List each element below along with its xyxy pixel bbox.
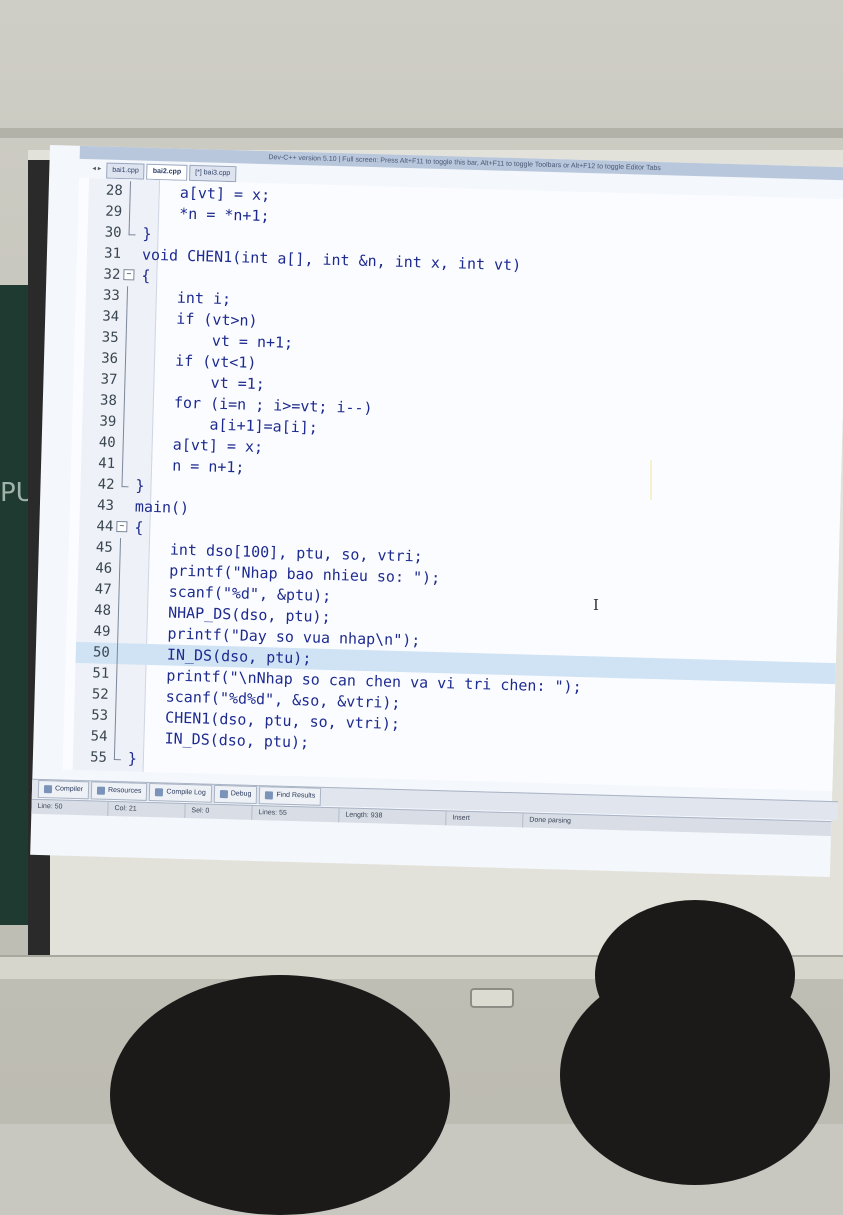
line-number: 53 [91, 707, 109, 724]
fold-guide [126, 286, 129, 308]
student-head-right [560, 965, 830, 1185]
line-number: 38 [99, 392, 118, 409]
code-text: n = n+1; [135, 455, 245, 477]
line-number: 51 [92, 665, 110, 682]
status-mode: Insert [446, 811, 524, 828]
status-sel: Sel: 0 [185, 804, 253, 820]
line-number: 48 [93, 602, 112, 619]
debug-icon [219, 789, 228, 799]
code-text: } [142, 224, 152, 243]
line-number: 40 [98, 434, 116, 451]
fold-end-guide [128, 223, 136, 236]
status-col: Col: 21 [108, 801, 186, 819]
fold-guide [124, 370, 126, 392]
line-number: 52 [91, 686, 109, 703]
debug-tab[interactable]: Debug [213, 784, 258, 805]
code-text: main() [134, 497, 190, 518]
tab-bai1[interactable]: bai1.cpp [106, 162, 145, 180]
fold-toggle-icon[interactable]: − [116, 521, 128, 533]
fold-end-guide [121, 475, 129, 488]
line-number: 43 [96, 497, 115, 514]
compiler-tab-label: Compiler [54, 785, 84, 794]
mouse-ibeam-cursor-icon: I [593, 596, 599, 614]
line-number: 37 [100, 371, 118, 388]
line-number: 28 [105, 182, 123, 200]
line-number: 47 [94, 581, 112, 598]
fold-guide [122, 412, 125, 434]
compile-log-tab[interactable]: Compile Log [149, 783, 212, 803]
line-number: 46 [95, 560, 113, 577]
status-lines: Lines: 55 [252, 805, 340, 823]
code-text: } [127, 749, 138, 768]
tab-bai3[interactable]: [*] bai3.cpp [188, 164, 237, 183]
fold-guide [117, 622, 119, 644]
compile-log-tab-label: Compile Log [166, 788, 206, 797]
status-line: Line: 50 [31, 799, 109, 816]
ide-window: Dev-C++ version 5.10 | Full screen: Pres… [30, 145, 843, 878]
debug-tab-label: Debug [230, 790, 252, 798]
line-number: 42 [97, 476, 115, 493]
code-text: int i; [140, 287, 232, 309]
fold-guide [118, 580, 120, 602]
line-number: 39 [99, 413, 117, 430]
compiler-icon [43, 785, 53, 794]
line-number: 29 [105, 203, 123, 221]
fold-guide [122, 433, 124, 455]
tab-bai2[interactable]: bai2.cpp [146, 163, 188, 181]
find-results-tab-label: Find Results [276, 791, 316, 800]
status-message: Done parsing [529, 816, 572, 825]
compiler-tab[interactable]: Compiler [37, 779, 90, 800]
resources-icon [96, 786, 106, 795]
line-number: 44 [96, 518, 114, 535]
fold-toggle-icon[interactable]: − [123, 269, 135, 281]
line-number: 33 [102, 287, 121, 305]
find-results-icon [265, 791, 274, 800]
code-text: } [135, 476, 145, 495]
line-number: 45 [95, 539, 113, 556]
fold-guide [115, 664, 118, 686]
fold-guide [128, 202, 131, 224]
fold-guide [123, 391, 126, 413]
resources-tab[interactable]: Resources [90, 781, 148, 801]
line-number: 32 [103, 266, 121, 284]
line-number: 30 [104, 224, 122, 242]
fold-guide [129, 181, 132, 203]
line-number: 35 [101, 329, 119, 346]
code-text: { [141, 266, 151, 285]
resources-tab-label: Resources [107, 786, 142, 795]
compile-log-icon [155, 788, 164, 797]
fold-guide [117, 601, 120, 623]
line-number: 54 [90, 728, 108, 745]
line-number: 50 [92, 644, 111, 661]
fold-guide [118, 559, 121, 581]
line-number: 31 [103, 245, 122, 263]
light-glare [650, 460, 666, 500]
code-editor[interactable]: 28 a[vt] = x; 29 *n = *n+1; 30} 31 void CHEN… [62, 177, 843, 792]
line-number: 41 [98, 455, 116, 472]
ceiling-rail [0, 128, 843, 138]
fold-guide [125, 328, 127, 350]
fold-guide [114, 706, 117, 728]
fold-guide [125, 307, 128, 329]
fold-guide [121, 454, 124, 476]
fold-guide [119, 538, 122, 560]
fold-guide [124, 349, 127, 371]
code-lines: 28 a[vt] = x; 29 *n = *n+1; 30} 31 void CHEN… [75, 178, 843, 768]
line-number: 49 [93, 623, 111, 640]
find-results-tab[interactable]: Find Results [259, 786, 322, 806]
fold-end-guide [113, 748, 122, 761]
line-number: 34 [102, 308, 120, 325]
fold-guide [116, 643, 119, 665]
fold-guide [114, 727, 116, 749]
ledge-latch [470, 988, 514, 1008]
code-text: { [134, 518, 144, 537]
student-head-left [110, 975, 450, 1215]
status-length: Length: 938 [339, 808, 447, 826]
line-number: 55 [89, 749, 108, 766]
tab-scroll-arrows-icon[interactable]: ◂ ▸ [89, 162, 104, 178]
fold-guide [115, 685, 117, 707]
line-number: 36 [100, 350, 119, 367]
